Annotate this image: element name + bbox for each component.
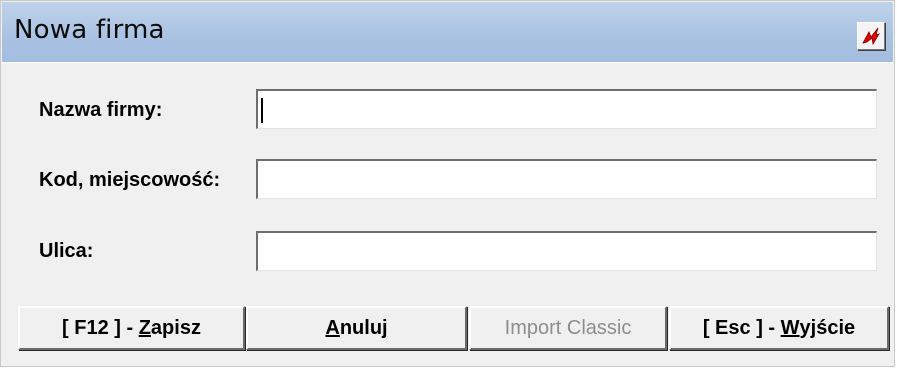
save-button-prefix: [ F12 ] - (62, 316, 139, 339)
company-name-label: Nazwa firmy: (39, 99, 163, 121)
exit-button-label: yjście (799, 316, 856, 339)
street-input[interactable] (256, 231, 877, 271)
window-title: Nowa firma (14, 15, 165, 45)
postal-city-label: Kod, miejscowość: (39, 169, 221, 191)
import-classic-button[interactable]: Import Classic (469, 306, 667, 350)
cancel-button-mnemonic: A (325, 316, 340, 339)
company-name-input[interactable] (256, 89, 877, 129)
cancel-button[interactable]: Anuluj (246, 306, 467, 350)
close-lightning-icon (858, 23, 884, 49)
title-bar[interactable]: Nowa firma (2, 2, 893, 63)
import-classic-label: Import Classic (504, 316, 632, 339)
save-button-label: apisz (150, 316, 201, 339)
close-button[interactable] (857, 22, 885, 50)
save-button[interactable]: [ F12 ] - Zapisz (18, 306, 245, 350)
street-label: Ulica: (39, 240, 94, 262)
save-button-mnemonic: Z (138, 316, 151, 339)
new-company-dialog: Nowa firma Nazwa firmy: Kod, miejscowość… (0, 0, 895, 367)
postal-city-input[interactable] (256, 159, 877, 199)
exit-button[interactable]: [ Esc ] - Wyjście (669, 306, 889, 350)
text-caret (261, 98, 263, 123)
cancel-button-label: nuluj (339, 316, 388, 339)
exit-button-prefix: [ Esc ] - (702, 316, 781, 339)
exit-button-mnemonic: W (780, 316, 800, 339)
